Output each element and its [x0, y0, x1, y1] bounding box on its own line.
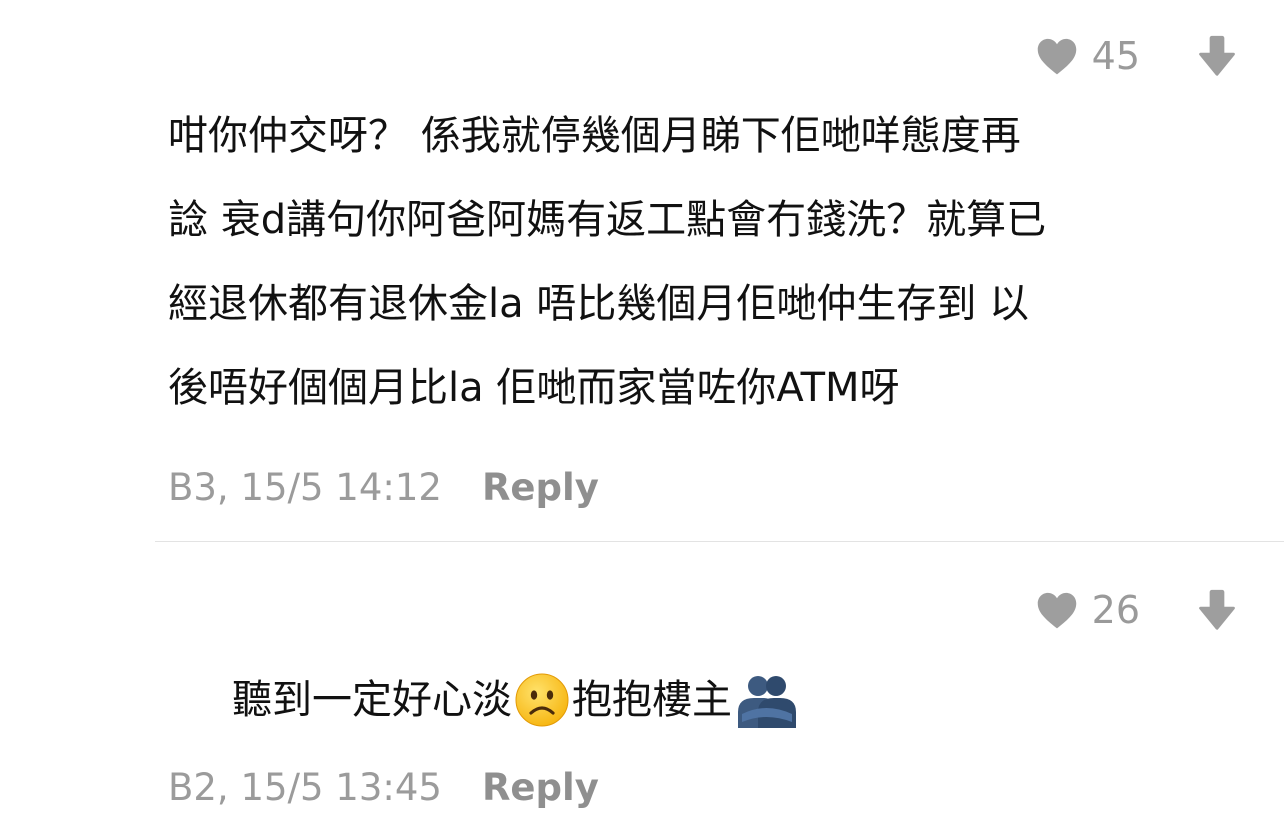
- comment-text: 咁你仲交呀？ 係我就停幾個月睇下佢哋咩態度再 諗 衰d講句你阿爸阿媽有返工點會冇…: [168, 94, 1248, 430]
- comment-text-part: 聽到一定好心淡: [232, 677, 512, 723]
- heart-icon: [1037, 38, 1076, 75]
- down-arrow-icon[interactable]: [1198, 34, 1236, 78]
- comment-timestamp: B2, 15/5 13:45: [168, 766, 442, 809]
- like-button[interactable]: 45: [1036, 34, 1140, 78]
- comment-actions: 45: [1036, 34, 1236, 78]
- comment-text-part: 抱抱樓主: [572, 677, 732, 723]
- comment-text-line: 咁你仲交呀？ 係我就停幾個月睇下佢哋咩態度再: [168, 113, 1021, 159]
- like-count: 45: [1091, 34, 1140, 78]
- like-button[interactable]: 26: [1036, 588, 1140, 632]
- comment-meta: B3, 15/5 14:12 Reply: [168, 466, 599, 509]
- comment-thread: 45 咁你仲交呀？ 係我就停幾個月睇下佢哋咩態度再 諗 衰d講句你阿爸阿媽有返工…: [0, 0, 1284, 834]
- comment-item: 26 聽到一定好心淡 抱抱樓主 B2, 15/5 13:45 Reply: [0, 542, 1284, 834]
- reply-button[interactable]: Reply: [482, 766, 599, 809]
- comment-actions: 26: [1036, 588, 1236, 632]
- comment-meta: B2, 15/5 13:45 Reply: [168, 766, 599, 809]
- reply-button[interactable]: Reply: [482, 466, 599, 509]
- heart-icon: [1037, 592, 1076, 629]
- comment-text-line: 經退休都有退休金la 唔比幾個月佢哋仲生存到 以: [168, 281, 1030, 327]
- down-arrow-icon[interactable]: [1198, 588, 1236, 632]
- comment-text-line: 後唔好個個月比la 佢哋而家當咗你ATM呀: [168, 365, 900, 411]
- comment-text: 聽到一定好心淡 抱抱樓主: [232, 658, 796, 742]
- frowning-face-emoji: [514, 672, 570, 728]
- comment-timestamp: B3, 15/5 14:12: [168, 466, 442, 509]
- people-hugging-emoji: [734, 672, 796, 728]
- comment-text-line: 諗 衰d講句你阿爸阿媽有返工點會冇錢洗？就算已: [168, 197, 1047, 243]
- comment-item: 45 咁你仲交呀？ 係我就停幾個月睇下佢哋咩態度再 諗 衰d講句你阿爸阿媽有返工…: [0, 0, 1284, 542]
- like-count: 26: [1091, 588, 1140, 632]
